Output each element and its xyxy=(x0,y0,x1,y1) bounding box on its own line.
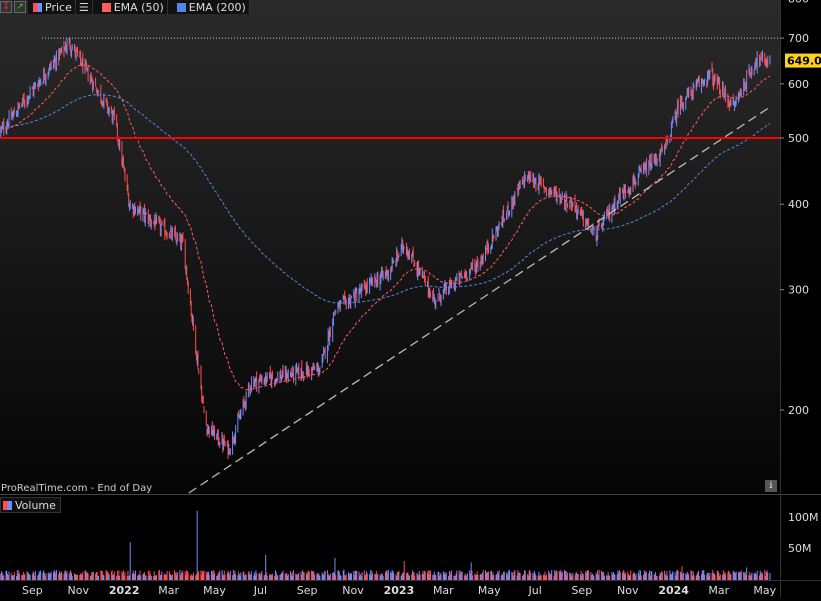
legend-price-label: Price xyxy=(45,0,72,14)
legend-ema50[interactable]: EMA (50) xyxy=(92,0,168,14)
x-tick-label: 2023 xyxy=(384,584,415,597)
x-tick-label: Jul xyxy=(253,584,267,597)
y-tick-label: 400 xyxy=(788,198,809,211)
x-tick-label: 2024 xyxy=(658,584,689,597)
x-tick-label: Jul xyxy=(528,584,542,597)
ema200-swatch-icon xyxy=(176,2,186,12)
branding-text: ProRealTime.com - End of Day xyxy=(1,483,153,494)
info-icon[interactable]: i xyxy=(765,480,777,492)
legend-ema200[interactable]: EMA (200) xyxy=(167,0,250,14)
x-tick-label: Nov xyxy=(68,584,90,597)
y-tick-label: 500 xyxy=(788,132,809,145)
x-tick-label: Nov xyxy=(342,584,364,597)
list-icon: ☰ xyxy=(78,0,89,14)
volume-tick-label: 50M xyxy=(788,542,812,555)
y-tick-label: 200 xyxy=(788,404,809,417)
y-tick-label: 600 xyxy=(788,78,809,91)
x-tick-label: Sep xyxy=(297,584,318,597)
legend-menu[interactable]: ☰ xyxy=(75,0,93,14)
y-tick-label: 800 xyxy=(788,0,809,5)
x-tick-label: May xyxy=(203,584,226,597)
x-tick-label: 2022 xyxy=(109,584,140,597)
volume-panel-background xyxy=(0,496,780,580)
legend-ema50-label: EMA (50) xyxy=(113,0,164,14)
chart-stage: 200 300 400 500 600 700 800 Sep Nov 2022 Mar May Jul… xyxy=(0,0,821,597)
x-tick-label: May xyxy=(478,584,501,597)
ema50-swatch-icon xyxy=(101,2,111,12)
x-tick-label: Nov xyxy=(617,584,639,597)
close-chart-icon[interactable]: ↧ xyxy=(0,1,12,13)
x-tick-label: Mar xyxy=(158,584,179,597)
y-tick-label: 300 xyxy=(788,284,809,297)
legend-ema200-label: EMA (200) xyxy=(188,0,246,14)
x-tick-label: May xyxy=(753,584,776,597)
last-price-label: 649.00 xyxy=(787,55,821,68)
volume-swatch-icon xyxy=(3,500,12,510)
volume-tick-label: 100M xyxy=(788,511,819,524)
price-swatch-icon xyxy=(33,2,42,12)
price-panel-background xyxy=(0,0,780,493)
volume-legend[interactable]: Volume xyxy=(0,497,61,513)
x-tick-label: Mar xyxy=(708,584,729,597)
x-tick-label: Mar xyxy=(433,584,454,597)
y-tick-label: 700 xyxy=(788,32,809,45)
chart-type-icon[interactable]: ↗ xyxy=(14,1,26,13)
x-tick-label: Sep xyxy=(571,584,592,597)
volume-label: Volume xyxy=(15,498,56,512)
legend-price[interactable]: Price xyxy=(28,0,76,14)
x-tick-label: Sep xyxy=(22,584,43,597)
chart-legend: ↧ ↗ Price ☰ EMA (50) EMA (200) xyxy=(0,0,250,14)
price-chart[interactable]: 200 300 400 500 600 700 800 Sep Nov 2022 Mar May Jul… xyxy=(0,0,821,597)
